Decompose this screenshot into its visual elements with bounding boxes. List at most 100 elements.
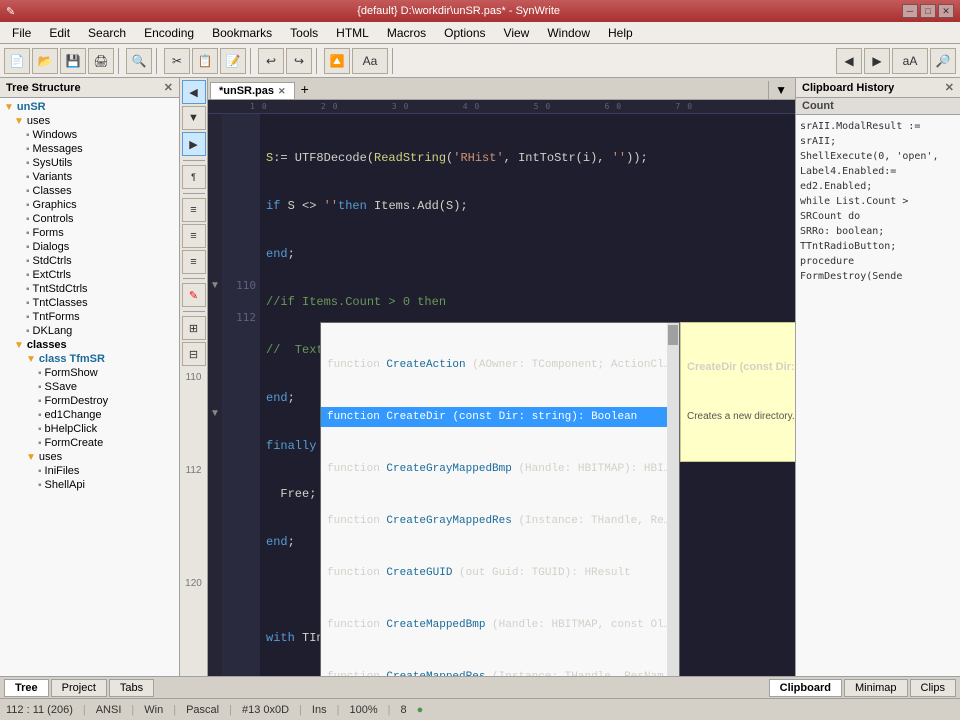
tree-item-windows[interactable]: ▪ Windows (2, 128, 177, 142)
fold-marker-11[interactable]: ▼ (208, 278, 222, 294)
mid-btn-7[interactable]: ✎ (182, 283, 206, 307)
tab-close-unsrpas[interactable]: ✕ (278, 86, 286, 97)
tree-item-forms[interactable]: ▪ Forms (2, 226, 177, 240)
tab-unsrpas[interactable]: *unSR.pas ✕ (210, 82, 295, 99)
tab-add-button[interactable]: + (295, 79, 315, 99)
tab-tree[interactable]: Tree (4, 679, 49, 697)
fold-marker-12[interactable] (208, 294, 222, 310)
print-button[interactable]: 🖨 (88, 48, 114, 74)
mid-btn-9[interactable]: ⊟ (182, 342, 206, 366)
autocomplete-dropdown[interactable]: function CreateAction (AOwner: TComponen… (320, 322, 680, 676)
tab-tabs[interactable]: Tabs (109, 679, 154, 697)
copy-button[interactable]: 📋 (192, 48, 218, 74)
tab-dropdown-button[interactable]: ▼ (768, 81, 793, 99)
new-file-button[interactable]: 📄 (4, 48, 30, 74)
maximize-button[interactable]: □ (920, 4, 936, 18)
tree-item-controls[interactable]: ▪ Controls (2, 212, 177, 226)
tree-item-tfmsr[interactable]: ▼ class TfmSR (2, 352, 177, 366)
ac-item-createguid[interactable]: function CreateGUID (out Guid: TGUID): H… (321, 563, 679, 583)
cut-button[interactable]: ✂ (164, 48, 190, 74)
fold-marker-2[interactable] (208, 134, 222, 150)
mid-btn-6[interactable]: ≡ (182, 250, 206, 274)
case-button[interactable]: Aa (352, 48, 388, 74)
tree-item-tntforms[interactable]: ▪ TntForms (2, 310, 177, 324)
tree-item-sysutils[interactable]: ▪ SysUtils (2, 156, 177, 170)
open-file-button[interactable]: 📂 (32, 48, 58, 74)
minimize-button[interactable]: ─ (902, 4, 918, 18)
tab-clips[interactable]: Clips (910, 679, 956, 697)
paste-button[interactable]: 📝 (220, 48, 246, 74)
mid-btn-5[interactable]: ≡ (182, 224, 206, 248)
menu-html[interactable]: HTML (328, 24, 377, 42)
menu-macros[interactable]: Macros (379, 24, 434, 42)
nav-up-button[interactable]: 🔼 (324, 48, 350, 74)
menu-edit[interactable]: Edit (41, 24, 78, 42)
fold-marker-18[interactable] (208, 390, 222, 406)
fold-marker-3[interactable] (208, 150, 222, 166)
tree-item-classes[interactable]: ▪ Classes (2, 184, 177, 198)
fold-marker-8[interactable] (208, 230, 222, 246)
tab-project[interactable]: Project (51, 679, 107, 697)
tree-item-unsr[interactable]: ▼ unSR (2, 100, 177, 114)
tree-item-tntstdctrls[interactable]: ▪ TntStdCtrls (2, 282, 177, 296)
fold-marker-14[interactable] (208, 326, 222, 342)
case-toggle-button[interactable]: aA (892, 48, 928, 74)
tree-item-ssave[interactable]: ▪ SSave (2, 380, 177, 394)
ac-item-creategraymappedbmp[interactable]: function CreateGrayMappedBmp (Handle: HB… (321, 459, 679, 479)
tab-clipboard[interactable]: Clipboard (769, 679, 842, 697)
menu-bookmarks[interactable]: Bookmarks (204, 24, 280, 42)
fold-marker-19[interactable]: ▼ (208, 406, 222, 422)
tree-item-dklang[interactable]: ▪ DKLang (2, 324, 177, 338)
ac-item-createdir[interactable]: function CreateDir (const Dir: string): … (321, 407, 679, 427)
fold-marker-9[interactable] (208, 246, 222, 262)
tree-item-inifiles[interactable]: ▪ IniFiles (2, 464, 177, 478)
redo-button[interactable]: ↪ (286, 48, 312, 74)
fold-marker-5[interactable] (208, 182, 222, 198)
menu-window[interactable]: Window (539, 24, 598, 42)
tab-minimap[interactable]: Minimap (844, 679, 908, 697)
fold-marker-20[interactable] (208, 422, 222, 438)
fold-marker-13[interactable] (208, 310, 222, 326)
mid-btn-1[interactable]: ◀ (182, 80, 206, 104)
clipboard-close-button[interactable]: ✕ (945, 81, 954, 94)
tree-item-extctrls[interactable]: ▪ ExtCtrls (2, 268, 177, 282)
menu-search[interactable]: Search (80, 24, 134, 42)
nav-next-button[interactable]: ▶ (864, 48, 890, 74)
menu-encoding[interactable]: Encoding (136, 24, 202, 42)
fold-marker-10[interactable] (208, 262, 222, 278)
tree-item-stdctrls[interactable]: ▪ StdCtrls (2, 254, 177, 268)
menu-file[interactable]: File (4, 24, 39, 42)
ac-item-createaction[interactable]: function CreateAction (AOwner: TComponen… (321, 355, 679, 375)
code-area[interactable]: S:= UTF8Decode(ReadString('RHist', IntTo… (260, 114, 795, 676)
tree-item-formdestroy[interactable]: ▪ FormDestroy (2, 394, 177, 408)
menu-options[interactable]: Options (436, 24, 493, 42)
fold-marker-6[interactable] (208, 198, 222, 214)
tree-item-classes-group[interactable]: ▼ classes (2, 338, 177, 352)
save-file-button[interactable]: 💾 (60, 48, 86, 74)
find-button[interactable]: 🔍 (126, 48, 152, 74)
menu-view[interactable]: View (496, 24, 538, 42)
close-button[interactable]: ✕ (938, 4, 954, 18)
ac-scrollbar-thumb[interactable] (668, 325, 678, 345)
ac-item-createmappedres[interactable]: function CreateMappedRes (Instance: THan… (321, 667, 679, 676)
tree-item-uses2[interactable]: ▼ uses (2, 450, 177, 464)
tree-item-bhelpclick[interactable]: ▪ bHelpClick (2, 422, 177, 436)
tree-item-formcreate[interactable]: ▪ FormCreate (2, 436, 177, 450)
ac-scrollbar[interactable]: ▼ (667, 323, 679, 676)
tree-item-uses1[interactable]: ▼ uses (2, 114, 177, 128)
titlebar-controls[interactable]: ─ □ ✕ (902, 4, 954, 18)
menu-help[interactable]: Help (600, 24, 641, 42)
fold-marker-16[interactable] (208, 358, 222, 374)
mid-btn-2[interactable]: ▼ (182, 106, 206, 130)
tree-item-formshow[interactable]: ▪ FormShow (2, 366, 177, 380)
tree-item-tntclasses[interactable]: ▪ TntClasses (2, 296, 177, 310)
fold-marker-7[interactable] (208, 214, 222, 230)
tree-item-shellapi[interactable]: ▪ ShellApi (2, 478, 177, 492)
tree-item-variants[interactable]: ▪ Variants (2, 170, 177, 184)
tree-close-button[interactable]: ✕ (164, 81, 173, 94)
fold-marker-15[interactable] (208, 342, 222, 358)
tree-item-graphics[interactable]: ▪ Graphics (2, 198, 177, 212)
fold-marker-17[interactable] (208, 374, 222, 390)
ac-item-createmappedbmp[interactable]: function CreateMappedBmp (Handle: HBITMA… (321, 615, 679, 635)
nav-prev-button[interactable]: ◀ (836, 48, 862, 74)
